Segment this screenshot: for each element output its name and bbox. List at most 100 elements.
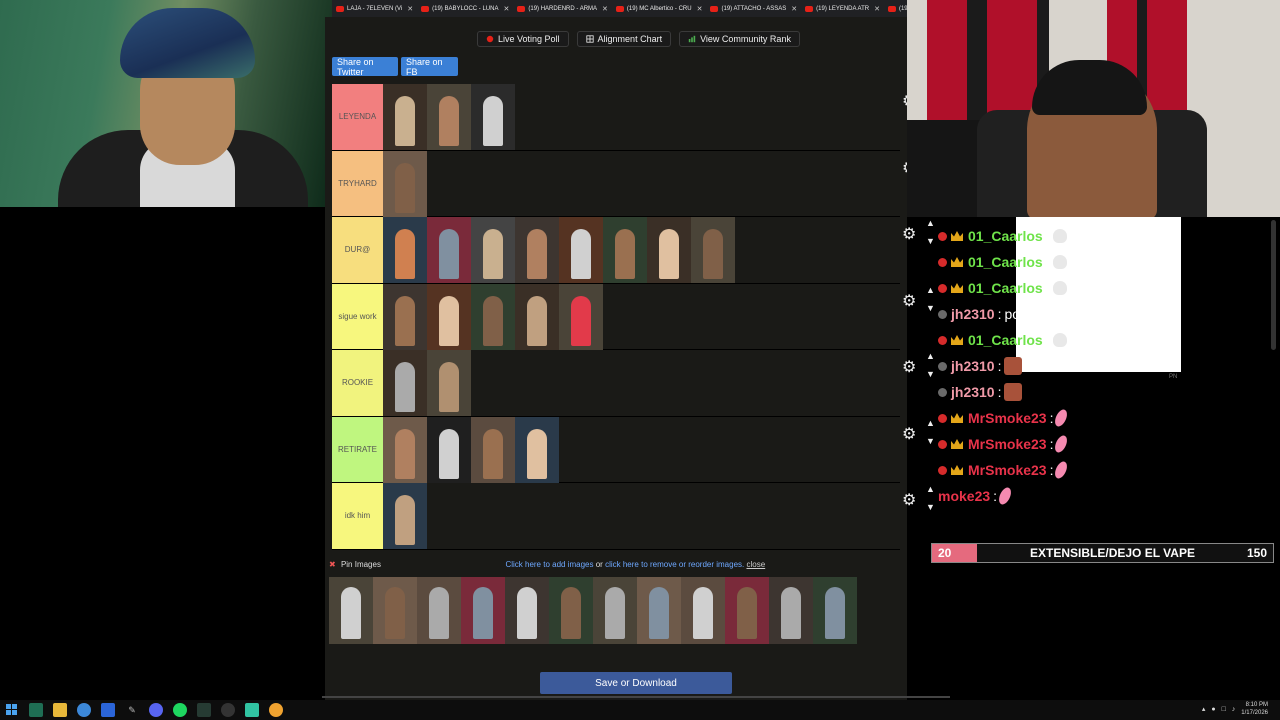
chat-username[interactable]: MrSmoke23 bbox=[968, 436, 1047, 452]
chat-username[interactable]: 01_Caarlos bbox=[968, 280, 1043, 296]
pool-image[interactable] bbox=[813, 577, 857, 644]
chat-username[interactable]: moke23 bbox=[938, 488, 990, 504]
obs-icon[interactable] bbox=[221, 703, 235, 717]
tier-label[interactable]: RETIRATE bbox=[332, 416, 383, 482]
community-rank-button[interactable]: View Community Rank bbox=[679, 31, 800, 47]
tier-label[interactable]: idk him bbox=[332, 483, 383, 549]
pen-icon[interactable]: ✎ bbox=[125, 703, 139, 717]
pool-image[interactable] bbox=[461, 577, 505, 644]
chevron-down-icon[interactable]: ▼ bbox=[926, 236, 935, 246]
share-twitter-button[interactable]: Share on Twitter bbox=[332, 57, 398, 77]
close-tab-icon[interactable]: ✕ bbox=[791, 5, 797, 13]
close-tab-icon[interactable]: ✕ bbox=[503, 5, 509, 13]
windows-start-icon[interactable] bbox=[5, 703, 19, 717]
tier-label[interactable]: sigue work bbox=[332, 283, 383, 349]
close-tab-icon[interactable]: ✕ bbox=[697, 5, 703, 13]
chat-username[interactable]: jh2310 bbox=[951, 306, 995, 322]
tier-label[interactable]: LEYENDA bbox=[332, 84, 383, 150]
tier-label[interactable]: DUR@ bbox=[332, 217, 383, 283]
browser-tab[interactable]: LAJA - 7ELEVEN (Vi ✕ bbox=[332, 0, 417, 17]
tier-image[interactable] bbox=[427, 217, 471, 283]
tier-image[interactable] bbox=[515, 416, 559, 483]
pool-image[interactable] bbox=[637, 577, 681, 644]
tier-image[interactable] bbox=[559, 283, 603, 350]
terminal-icon[interactable] bbox=[29, 703, 43, 717]
pool-image[interactable] bbox=[681, 577, 725, 644]
gear-icon[interactable]: ⚙ bbox=[902, 357, 916, 377]
chevron-down-icon[interactable]: ▼ bbox=[926, 502, 935, 512]
tier-label[interactable]: ROOKIE bbox=[332, 350, 383, 416]
gear-icon[interactable]: ⚙ bbox=[902, 490, 916, 510]
store-icon[interactable] bbox=[101, 703, 115, 717]
chevron-down-icon[interactable]: ▼ bbox=[926, 369, 935, 379]
tier-image[interactable] bbox=[559, 217, 603, 283]
remove-images-link[interactable]: click here to remove or reorder images. bbox=[605, 560, 744, 569]
chat-username[interactable]: 01_Caarlos bbox=[968, 254, 1043, 270]
chevron-up-icon[interactable]: ▲ bbox=[926, 218, 935, 228]
clock[interactable]: 8:10 PM 1/17/2026 bbox=[1241, 701, 1268, 717]
pool-image[interactable] bbox=[769, 577, 813, 644]
close-link[interactable]: close bbox=[746, 560, 765, 569]
tier-image[interactable] bbox=[383, 350, 427, 416]
browser-tab[interactable]: (19✕ bbox=[884, 0, 907, 17]
gear-icon[interactable]: ⚙ bbox=[902, 291, 916, 311]
spotify-icon[interactable] bbox=[173, 703, 187, 717]
chevron-up-icon[interactable]: ▴ bbox=[1202, 705, 1206, 713]
tier-image[interactable] bbox=[427, 416, 471, 483]
browser-tab[interactable]: (19) LEYENDA ATR ✕ bbox=[801, 0, 884, 17]
save-download-button[interactable]: Save or Download bbox=[540, 672, 732, 694]
chrome-icon[interactable] bbox=[77, 703, 91, 717]
discord-icon[interactable] bbox=[149, 703, 163, 717]
app-icon[interactable] bbox=[197, 703, 211, 717]
pool-image[interactable] bbox=[329, 577, 373, 644]
tier-image[interactable] bbox=[515, 283, 559, 350]
tier-image[interactable] bbox=[427, 84, 471, 150]
tier-image[interactable] bbox=[383, 483, 427, 549]
add-images-link[interactable]: Click here to add images bbox=[505, 560, 593, 569]
tier-image[interactable] bbox=[383, 150, 427, 217]
gear-icon[interactable]: ⚙ bbox=[902, 224, 916, 244]
share-fb-button[interactable]: Share on FB bbox=[401, 57, 458, 77]
tier-image[interactable] bbox=[515, 217, 559, 283]
tier-image[interactable] bbox=[471, 416, 515, 483]
browser-tab[interactable]: (19) ATTACHO - ASSAS ✕ bbox=[706, 0, 801, 17]
pool-image[interactable] bbox=[505, 577, 549, 644]
network-icon[interactable]: □ bbox=[1222, 706, 1226, 713]
close-tab-icon[interactable]: ✕ bbox=[602, 5, 608, 13]
tier-image[interactable] bbox=[427, 283, 471, 350]
microphone-icon[interactable]: ● bbox=[1211, 706, 1215, 713]
tier-image[interactable] bbox=[471, 217, 515, 283]
chevron-up-icon[interactable]: ▲ bbox=[926, 418, 935, 428]
chevron-down-icon[interactable]: ▼ bbox=[926, 436, 935, 446]
chevron-up-icon[interactable]: ▲ bbox=[926, 351, 935, 361]
horizontal-scrollbar[interactable] bbox=[322, 696, 950, 698]
chat-username[interactable]: MrSmoke23 bbox=[968, 410, 1047, 426]
browser-tab[interactable]: (19) HARDENRD - ARMA ✕ bbox=[513, 0, 612, 17]
chat-username[interactable]: jh2310 bbox=[951, 358, 995, 374]
chevron-up-icon[interactable]: ▲ bbox=[926, 484, 935, 494]
tier-image[interactable] bbox=[471, 84, 515, 150]
chat-username[interactable]: 01_Caarlos bbox=[968, 332, 1043, 348]
chat-username[interactable]: jh2310 bbox=[951, 384, 995, 400]
pool-image[interactable] bbox=[593, 577, 637, 644]
tier-label[interactable]: TRYHARD bbox=[332, 150, 383, 216]
file-explorer-icon[interactable] bbox=[53, 703, 67, 717]
chat-username[interactable]: 01_Caarlos bbox=[968, 228, 1043, 244]
tier-image[interactable] bbox=[691, 217, 735, 283]
gear-icon[interactable]: ⚙ bbox=[902, 424, 916, 444]
close-tab-icon[interactable]: ✕ bbox=[407, 5, 413, 13]
tier-image[interactable] bbox=[647, 217, 691, 283]
browser-tab[interactable]: (19) BABYLOCC - LUNA ✕ bbox=[417, 0, 513, 17]
pool-image[interactable] bbox=[549, 577, 593, 644]
live-voting-poll-button[interactable]: Live Voting Poll bbox=[477, 31, 569, 47]
tier-image[interactable] bbox=[383, 416, 427, 483]
chevron-down-icon[interactable]: ▼ bbox=[926, 303, 935, 313]
chevron-up-icon[interactable]: ▲ bbox=[926, 285, 935, 295]
tier-image[interactable] bbox=[427, 350, 471, 416]
tier-image[interactable] bbox=[383, 217, 427, 283]
chat-username[interactable]: MrSmoke23 bbox=[968, 462, 1047, 478]
alignment-chart-button[interactable]: Alignment Chart bbox=[576, 31, 672, 47]
tier-image[interactable] bbox=[383, 84, 427, 150]
tier-image[interactable] bbox=[603, 217, 647, 283]
close-tab-icon[interactable]: ✕ bbox=[874, 5, 880, 13]
